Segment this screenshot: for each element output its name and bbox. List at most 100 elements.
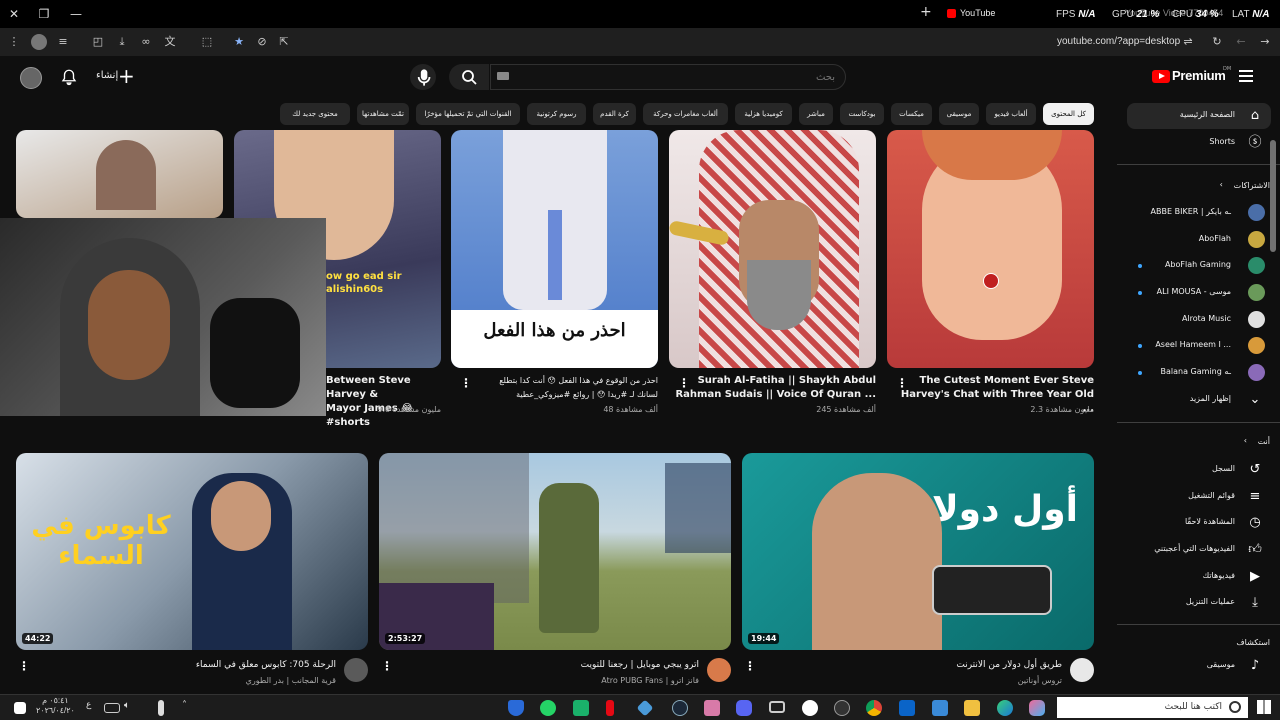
sidebar-sub-item[interactable]: AboFlah Gaming [1127, 253, 1271, 279]
notifications-bell-icon[interactable] [60, 68, 78, 86]
new-tab-button[interactable]: + [920, 4, 932, 20]
channel-avatar[interactable] [707, 658, 731, 682]
sidebar-item-shorts[interactable]: Shorts ⓢ [1127, 130, 1271, 156]
back-icon[interactable]: ← [1233, 34, 1249, 50]
more-options-icon[interactable]: ⋮ [896, 376, 908, 390]
chip-new-to-you[interactable]: محتوى جديد لك [280, 103, 350, 125]
chip-action-adventure[interactable]: ألعاب مغامرات وحركة [643, 103, 728, 125]
volume-icon[interactable]: 🔈︎ [124, 700, 140, 716]
site-settings-icon[interactable]: ⇌ [1180, 34, 1196, 50]
store-icon[interactable] [932, 700, 948, 716]
reload-icon[interactable]: ↻ [1209, 34, 1225, 50]
chip-podcasts[interactable]: بودكاست [840, 103, 884, 125]
chip-all[interactable]: كل المحتوى [1043, 103, 1094, 125]
more-options-icon[interactable]: ⋮ [381, 659, 393, 673]
sidebar-sub-item[interactable]: Aseel Hameem I ... [1127, 333, 1271, 359]
notification-center-icon[interactable] [14, 702, 26, 714]
copilot-icon[interactable] [1029, 700, 1045, 716]
security-shield-icon[interactable] [508, 700, 524, 716]
video-thumbnail[interactable]: 2:53:27 [379, 453, 731, 650]
sidebar-item-your-videos[interactable]: فيديوهاتك ▶ [1127, 564, 1271, 590]
video-channel[interactable]: قرية المجانب | بدر الطوري [140, 676, 336, 685]
discord-icon[interactable] [736, 700, 752, 716]
playlist-icon[interactable]: ≡ [55, 34, 71, 50]
sidebar-item-watch-later[interactable]: المشاهدة لاحقًا ◷ [1127, 510, 1271, 536]
language-indicator[interactable]: ع [86, 700, 102, 716]
netflix-icon[interactable] [606, 700, 614, 716]
tray-chevron-icon[interactable]: ˄ [182, 700, 198, 716]
chip-comedy[interactable]: كوميديا هزلية [735, 103, 792, 125]
tab-title[interactable]: YouTube [960, 8, 995, 18]
taskbar-search-input[interactable]: اكتب هنا للبحث [1057, 697, 1248, 718]
screenshot-icon[interactable]: ◰ [90, 34, 106, 50]
sidebar-item-music[interactable]: موسيقى ♪ [1127, 653, 1271, 679]
profile-icon[interactable] [31, 34, 47, 50]
chip-mixes[interactable]: ميكسات [891, 103, 932, 125]
chip-music[interactable]: موسيقى [939, 103, 979, 125]
video-title[interactable]: الرحلة 705: كابوس معلق في السماء [140, 660, 336, 670]
short-title[interactable]: احذر من الوقوع في هذا الفعل 😯 أنت كدا بت… [451, 374, 658, 402]
url-field[interactable]: youtube.com/?app=desktop [1057, 36, 1180, 47]
forward-icon[interactable]: → [1257, 34, 1273, 50]
create-label[interactable]: إنشاء [96, 70, 118, 81]
whatsapp-icon[interactable] [540, 700, 556, 716]
translate-icon[interactable]: 文 [162, 34, 178, 50]
short-thumbnail[interactable] [669, 130, 876, 368]
short-thumbnail[interactable] [887, 130, 1094, 368]
more-options-icon[interactable]: ⋮ [18, 659, 30, 673]
sidebar-sub-item[interactable]: ALI MOUSA - موسى [1127, 280, 1271, 306]
link-icon[interactable]: ∞ [138, 34, 154, 50]
hamburger-menu-icon[interactable] [1239, 70, 1253, 82]
download-icon[interactable]: ⤓ [114, 34, 130, 50]
sidebar-item-home[interactable]: الصفحة الرئيسية ⌂ [1127, 103, 1271, 129]
minimize-icon[interactable]: — [66, 4, 86, 24]
microphone-icon[interactable] [158, 700, 164, 716]
sidebar-item-downloads[interactable]: عمليات التنزيل ⤓ [1127, 590, 1271, 616]
keyboard-icon[interactable] [104, 703, 120, 713]
eye-off-icon[interactable]: ⊘ [254, 34, 270, 50]
app-green-icon[interactable] [573, 700, 589, 716]
create-plus-icon[interactable]: + [118, 64, 135, 88]
chip-live[interactable]: مباشر [799, 103, 833, 125]
keyboard-icon[interactable] [497, 72, 509, 80]
sidebar-item-playlists[interactable]: قوائم التشغيل ≡ [1127, 484, 1271, 510]
more-options-icon[interactable]: ⋮ [678, 376, 690, 390]
bookmark-star-icon[interactable]: ★ [231, 34, 247, 50]
channel-avatar[interactable] [344, 658, 368, 682]
video-channel[interactable]: تروس أوناتين [900, 676, 1062, 685]
chip-recently-uploaded[interactable]: القنوات التي تمّ تحميلها مؤخرًا [416, 103, 520, 125]
video-title[interactable]: اترو يبجي موبايل | رجعنا للتويت [537, 660, 699, 670]
you-heading[interactable]: أنت ‹ [1244, 436, 1270, 446]
close-icon[interactable]: ✕ [4, 4, 24, 24]
sidebar-sub-item[interactable]: ABBE BIKER | ـه بايكر [1127, 200, 1271, 226]
sidebar-item-history[interactable]: السجل ↺ [1127, 457, 1271, 483]
taskbar-search-icon[interactable] [1229, 701, 1241, 713]
account-avatar[interactable] [20, 67, 42, 89]
start-button[interactable] [1257, 700, 1271, 714]
short-thumbnail[interactable]: احذر من هذا الفعل [451, 130, 658, 368]
sidebar-scrollbar[interactable] [1270, 140, 1276, 252]
chip-cartoons[interactable]: رسوم كرتونية [527, 103, 586, 125]
short-title[interactable]: Surah Al-Fatiha || Shaykh Abdul Rahman S… [669, 374, 876, 402]
subscriptions-heading[interactable]: الاشتراكات ‹ [1220, 180, 1270, 190]
sidebar-item-liked-videos[interactable]: الفيديوهات التي أعجبتني 👍︎ [1127, 537, 1271, 563]
more-options-icon[interactable]: ⋮ [744, 659, 756, 673]
video-thumbnail[interactable]: كابوس في السماء 44:22 [16, 453, 368, 650]
chip-watched[interactable]: تمّت مشاهدتها [357, 103, 409, 125]
channel-avatar[interactable] [1070, 658, 1094, 682]
app-dark-icon[interactable] [834, 700, 850, 716]
search-input[interactable] [490, 64, 846, 90]
edge-icon[interactable] [997, 700, 1013, 716]
more-options-icon[interactable]: ⋮ [460, 376, 472, 390]
obs-icon[interactable] [802, 700, 818, 716]
short-title[interactable]: Between Steve Harvey & Mayor James 😂 #sh… [326, 374, 441, 430]
sidebar-sub-item[interactable]: AboFlah [1127, 227, 1271, 253]
video-channel[interactable]: Atro PUBG Fans | فانز اترو [537, 676, 699, 685]
app-monitor-icon[interactable] [769, 701, 785, 713]
video-title[interactable]: طريق أول دولار من الانترنت [900, 660, 1062, 670]
short-thumbnail-partial[interactable] [16, 130, 223, 218]
chip-video-games[interactable]: ألعاب فيديو [986, 103, 1036, 125]
sidebar-sub-item[interactable]: Alrota Music [1127, 307, 1271, 333]
restore-icon[interactable]: ❐ [34, 4, 54, 24]
steam-icon[interactable] [672, 700, 688, 716]
